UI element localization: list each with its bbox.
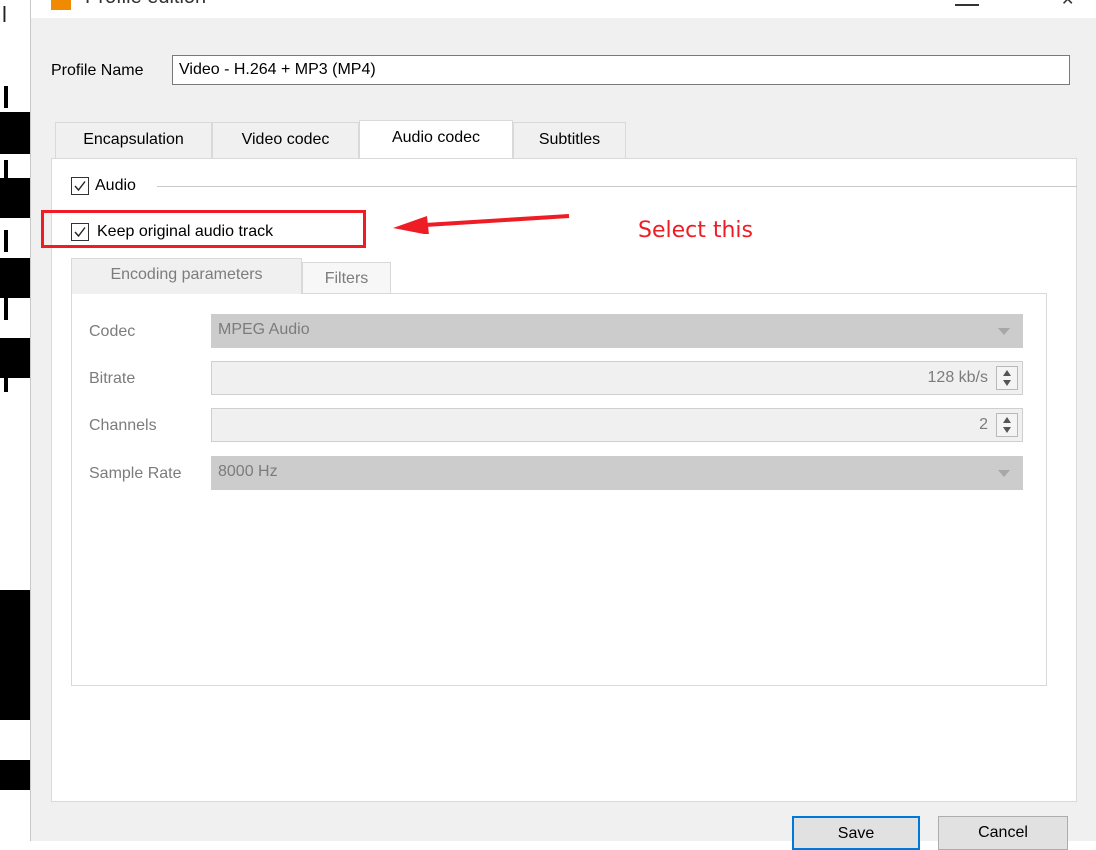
channels-label: Channels — [89, 417, 157, 434]
sample-rate-select[interactable]: 8000 Hz — [211, 456, 1023, 490]
audio-checkbox-label: Audio — [95, 177, 136, 194]
chevron-down-icon — [998, 470, 1010, 477]
checkmark-icon — [74, 181, 86, 192]
codec-label: Codec — [89, 323, 136, 340]
highlight-box — [41, 210, 366, 248]
sample-rate-value: 8000 Hz — [218, 463, 278, 480]
red-arrow-icon — [393, 214, 570, 234]
background-mark — [4, 370, 8, 392]
save-button[interactable]: Save — [792, 816, 920, 850]
chevron-down-icon — [998, 328, 1010, 335]
annotation-text: Select this — [638, 218, 754, 243]
background-dark-band — [0, 258, 30, 298]
tab-filters[interactable]: Filters — [302, 262, 391, 294]
window-title: Profile edition — [85, 0, 206, 9]
close-icon[interactable]: ✕ — [1061, 0, 1074, 10]
channels-value: 2 — [979, 416, 988, 433]
channels-stepper[interactable] — [996, 413, 1018, 437]
title-bar: Profile edition ✕ — [31, 0, 1096, 18]
bitrate-label: Bitrate — [89, 370, 136, 387]
tab-video-codec[interactable]: Video codec — [212, 122, 359, 158]
tab-encapsulation[interactable]: Encapsulation — [55, 122, 212, 158]
codec-value: MPEG Audio — [218, 321, 310, 338]
codec-select[interactable]: MPEG Audio — [211, 314, 1023, 348]
vlc-cone-icon — [51, 0, 71, 10]
background-glyph: l — [2, 2, 7, 27]
stepper-up-icon — [1003, 417, 1011, 423]
minimize-icon[interactable] — [955, 4, 979, 6]
stepper-up-icon — [1003, 370, 1011, 376]
cancel-button[interactable]: Cancel — [938, 816, 1068, 850]
sample-rate-label: Sample Rate — [89, 465, 182, 482]
profile-edition-dialog: Profile edition ✕ Profile Name Encapsula… — [30, 0, 1096, 850]
background-mark — [4, 230, 8, 252]
background-window-strip: l — [0, 0, 30, 841]
background-dark-band — [0, 760, 30, 790]
profile-name-label: Profile Name — [51, 62, 144, 79]
tab-subtitles[interactable]: Subtitles — [513, 122, 626, 158]
audio-group-separator — [157, 186, 1077, 187]
stepper-down-icon — [1003, 380, 1011, 386]
audio-checkbox[interactable] — [71, 177, 89, 195]
bitrate-stepper[interactable] — [996, 366, 1018, 390]
bitrate-value: 128 kb/s — [927, 369, 988, 386]
background-dark-band — [0, 178, 30, 218]
background-dark-band — [0, 112, 30, 154]
tab-encoding-parameters[interactable]: Encoding parameters — [71, 258, 302, 294]
bitrate-spinbox[interactable]: 128 kb/s — [211, 361, 1023, 395]
background-mark — [4, 298, 8, 320]
stepper-down-icon — [1003, 427, 1011, 433]
profile-name-input[interactable] — [172, 55, 1070, 85]
channels-spinbox[interactable]: 2 — [211, 408, 1023, 442]
tab-audio-codec[interactable]: Audio codec — [359, 120, 513, 158]
background-dark-band — [0, 590, 30, 720]
background-mark — [4, 86, 8, 108]
